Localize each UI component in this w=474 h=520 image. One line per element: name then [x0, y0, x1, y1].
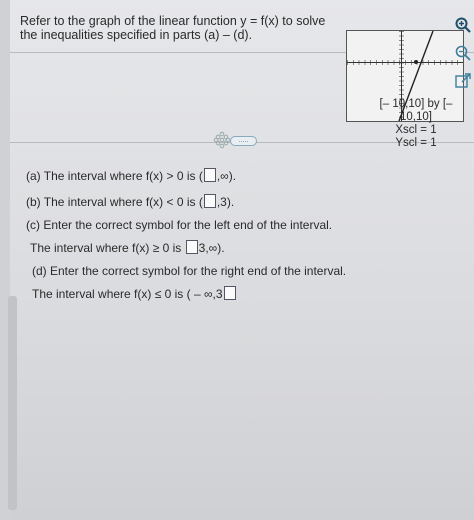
part-d-prefix: The interval where f(x) ≤ 0 is ( – ∞,3 — [32, 287, 223, 301]
answer-box-b[interactable] — [203, 194, 216, 208]
part-c-instruction: (c) Enter the correct symbol for the lef… — [26, 218, 333, 232]
part-c-suffix: 3,∞). — [198, 241, 225, 255]
page: Refer to the graph of the linear functio… — [0, 0, 474, 520]
window-range: [– 10,10] by [– 10,10] — [379, 98, 453, 123]
part-b-prefix: (b) The interval where f(x) < 0 is ( — [26, 195, 203, 209]
scrollbar[interactable] — [8, 296, 17, 510]
more-button[interactable]: ..... — [230, 136, 257, 146]
question-text: Refer to the graph of the linear functio… — [20, 14, 326, 42]
xscl-label: Xscl = 1 — [395, 124, 437, 136]
part-a: (a) The interval where f(x) > 0 is ( ,∞). — [26, 168, 236, 183]
zoom-out-icon[interactable] — [454, 44, 472, 62]
part-b: (b) The interval where f(x) < 0 is ( ,3). — [26, 194, 234, 209]
yscl-label: Yscl = 1 — [395, 137, 437, 149]
graph-window-info: [– 10,10] by [– 10,10] Xscl = 1 Yscl = 1 — [364, 98, 468, 150]
answer-box-c[interactable] — [185, 240, 198, 254]
zoom-in-icon[interactable] — [454, 16, 472, 34]
part-b-suffix: ,3). — [216, 195, 235, 209]
part-c: The interval where f(x) ≥ 0 is 3,∞). — [30, 240, 225, 255]
expand-divider[interactable]: ..... — [213, 131, 257, 149]
answer-box-a[interactable] — [203, 168, 216, 182]
part-a-prefix: (a) The interval where f(x) > 0 is ( — [26, 169, 203, 183]
part-c-prefix: The interval where f(x) ≥ 0 is — [30, 241, 185, 255]
answer-box-d[interactable] — [223, 286, 236, 300]
grid-dots-icon — [213, 131, 231, 149]
part-d: The interval where f(x) ≤ 0 is ( – ∞,3 — [32, 286, 237, 301]
part-a-suffix: ,∞). — [216, 169, 237, 183]
popout-icon[interactable] — [454, 72, 472, 90]
part-d-instruction: (d) Enter the correct symbol for the rig… — [32, 264, 347, 278]
